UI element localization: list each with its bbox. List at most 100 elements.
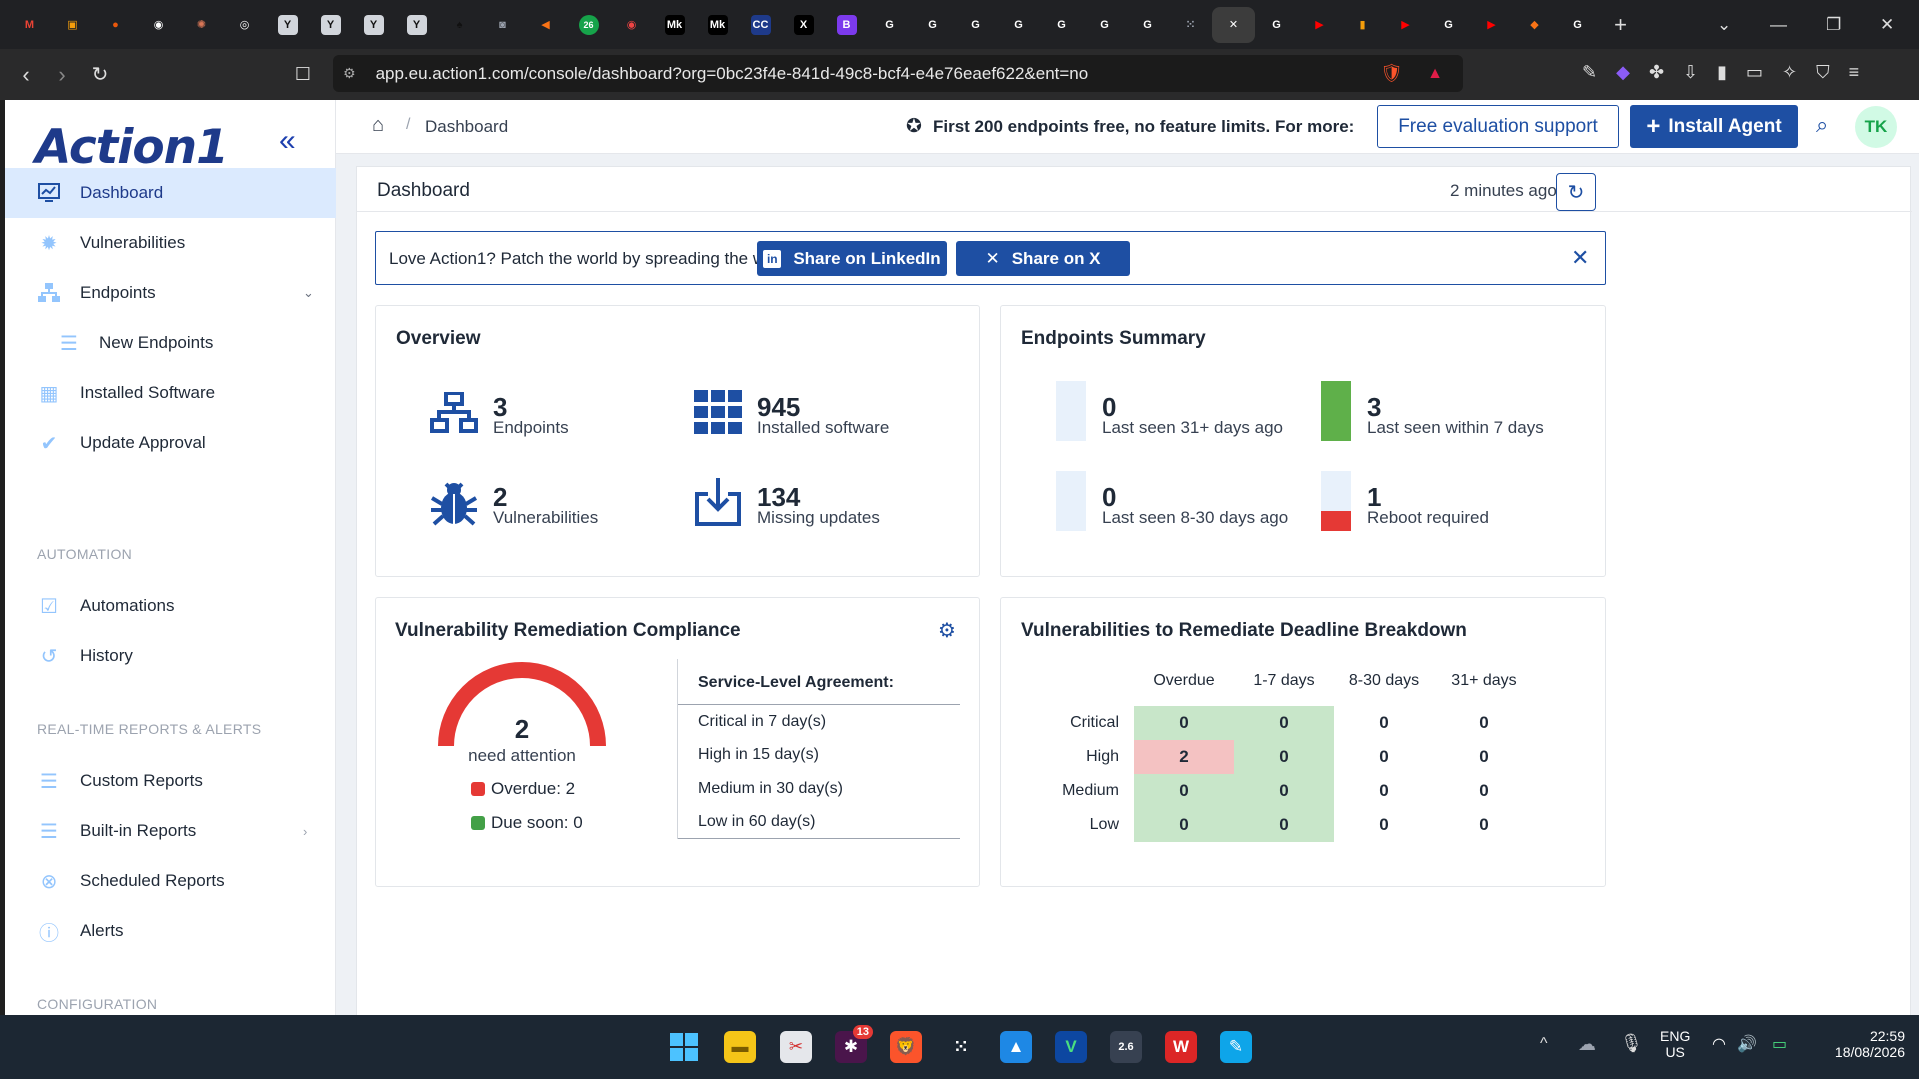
forward-icon[interactable]: ›	[44, 62, 80, 88]
sidebar-item-endpoints[interactable]: Endpoints ⌄	[5, 268, 336, 318]
browser-tab[interactable]: G	[954, 7, 997, 43]
browser-tab[interactable]: ✕	[1212, 6, 1255, 43]
breakdown-cell[interactable]: 0	[1434, 706, 1534, 740]
close-banner-icon[interactable]: ✕	[1571, 245, 1589, 271]
breakdown-cell[interactable]: 0	[1134, 706, 1234, 740]
sidebar-item-update-approval[interactable]: ✔ Update Approval	[5, 418, 336, 468]
browser-tab[interactable]: X	[782, 7, 825, 43]
browser-tab[interactable]: CC	[739, 7, 782, 43]
home-icon[interactable]: ⌂	[372, 114, 384, 137]
browser-tab[interactable]: Y	[395, 7, 438, 43]
browser-tab[interactable]: G	[911, 7, 954, 43]
browser-tab[interactable]: Y	[266, 7, 309, 43]
browser-tab[interactable]: G	[868, 7, 911, 43]
sidebar-item-built-in-reports[interactable]: ☰ Built-in Reports ›	[5, 806, 336, 856]
browser-tab[interactable]: ◉	[610, 7, 653, 43]
minimize-icon[interactable]: —	[1770, 0, 1787, 49]
sidebar-item-history[interactable]: ↺ History	[5, 631, 336, 681]
windows-start-icon[interactable]	[668, 1031, 700, 1063]
bookmark-icon[interactable]: ☐	[285, 64, 321, 85]
browser-tab[interactable]: G	[1427, 7, 1470, 43]
microphone-icon[interactable]: 🎙	[1620, 1033, 1643, 1054]
browser-tab[interactable]: B	[825, 7, 868, 43]
breakdown-cell[interactable]: 0	[1234, 774, 1334, 808]
breakdown-cell[interactable]: 0	[1334, 706, 1434, 740]
brave-shield-icon[interactable]: 🛡	[1380, 63, 1403, 84]
browser-tab[interactable]: G	[1126, 7, 1169, 43]
browser-tab[interactable]: ▮	[1341, 7, 1384, 43]
back-icon[interactable]: ‹	[8, 62, 44, 88]
language-indicator[interactable]: ENG US	[1660, 1028, 1690, 1060]
browser-tab[interactable]: Y	[309, 7, 352, 43]
breakdown-cell[interactable]: 0	[1434, 808, 1534, 842]
close-window-icon[interactable]: ✕	[1880, 0, 1894, 49]
breakdown-cell[interactable]: 0	[1434, 774, 1534, 808]
breakdown-cell[interactable]: 0	[1334, 774, 1434, 808]
breakdown-cell[interactable]: 2	[1134, 740, 1234, 774]
sidebar-item-automations[interactable]: ☑ Automations	[5, 581, 336, 631]
browser-tab[interactable]: Y	[352, 7, 395, 43]
browser-tab[interactable]: ♠	[438, 7, 481, 43]
wallet-extension-icon[interactable]: ◆	[1616, 62, 1630, 83]
breakdown-cell[interactable]: 0	[1134, 808, 1234, 842]
browser-tab[interactable]: ▣	[51, 7, 94, 43]
browser-tab[interactable]: ◙	[481, 7, 524, 43]
sidebar-item-dashboard[interactable]: Dashboard	[5, 168, 336, 218]
browser-tab[interactable]: ▶	[1298, 7, 1341, 43]
browser-tab[interactable]: Mk	[653, 7, 696, 43]
menu-icon[interactable]: ≡	[1849, 62, 1860, 83]
paint-icon[interactable]: ✎	[1220, 1031, 1252, 1063]
wps-office-icon[interactable]: W	[1165, 1031, 1197, 1063]
browser-tab[interactable]: Mk	[696, 7, 739, 43]
share-linkedin-button[interactable]: in Share on LinkedIn	[757, 241, 947, 276]
browser-tab[interactable]: G	[1083, 7, 1126, 43]
collapse-sidebar-icon[interactable]: «	[279, 124, 296, 158]
breakdown-cell[interactable]: 0	[1234, 706, 1334, 740]
breakdown-cell[interactable]: 0	[1134, 774, 1234, 808]
browser-tab[interactable]: ⁙	[1169, 7, 1212, 43]
sidebar-item-custom-reports[interactable]: ☰ Custom Reports	[5, 756, 336, 806]
sidebar-item-alerts[interactable]: ⓘ Alerts	[5, 906, 336, 956]
clock[interactable]: 22:59 18/08/2026	[1815, 1028, 1905, 1060]
leo-ai-icon[interactable]: ✧	[1782, 62, 1797, 83]
avatar[interactable]: TK	[1855, 106, 1897, 148]
url-field[interactable]: ⚙ app.eu.action1.com/console/dashboard?o…	[333, 55, 1463, 92]
volume-icon[interactable]: 🔊	[1737, 1034, 1757, 1054]
app-grid-icon[interactable]: ⁙	[945, 1031, 977, 1063]
cpu-z-icon[interactable]: 2.6	[1110, 1031, 1142, 1063]
browser-tab[interactable]: ◀	[524, 7, 567, 43]
tab-search-icon[interactable]: ⌄	[1717, 0, 1731, 49]
breadcrumb[interactable]: Dashboard	[425, 117, 508, 137]
chevron-down-icon[interactable]: ⌄	[303, 285, 314, 301]
sidebar-item-installed-software[interactable]: ▦ Installed Software	[5, 368, 336, 418]
browser-tab[interactable]: 26	[567, 7, 610, 43]
sidebar-item-vulnerabilities[interactable]: ✹ Vulnerabilities	[5, 218, 336, 268]
browser-tab[interactable]: ●	[94, 7, 137, 43]
browser-tab[interactable]: M	[8, 7, 51, 43]
veeam-icon[interactable]: V	[1055, 1031, 1087, 1063]
brave-rewards-icon[interactable]: ▲	[1427, 65, 1443, 83]
sidebar-item-scheduled-reports[interactable]: ⊗ Scheduled Reports	[5, 856, 336, 906]
browser-tab[interactable]: G	[1556, 7, 1599, 43]
wifi-icon[interactable]: ◠	[1712, 1034, 1726, 1054]
slack-icon[interactable]: ✱ 13	[835, 1025, 873, 1063]
browser-tab[interactable]: ◎	[223, 7, 266, 43]
breakdown-cell[interactable]: 0	[1234, 740, 1334, 774]
browser-tab[interactable]: G	[1040, 7, 1083, 43]
sidebar-item-new-endpoints[interactable]: ☰ New Endpoints	[5, 318, 336, 368]
browser-tab[interactable]: ◆	[1513, 7, 1556, 43]
share-x-button[interactable]: ✕ Share on X	[956, 241, 1130, 276]
breakdown-cell[interactable]: 0	[1334, 740, 1434, 774]
browser-tab[interactable]: G	[997, 7, 1040, 43]
site-info-icon[interactable]: ⚙	[343, 65, 356, 82]
new-tab-button[interactable]: +	[1599, 7, 1642, 43]
install-agent-button[interactable]: + Install Agent	[1630, 105, 1798, 148]
snipping-tool-icon[interactable]: ✂	[780, 1031, 812, 1063]
chevron-right-icon[interactable]: ›	[303, 824, 307, 839]
battery-icon[interactable]: ▭	[1772, 1034, 1787, 1054]
photos-icon[interactable]: ▲	[1000, 1031, 1032, 1063]
browser-tab[interactable]: G	[1255, 7, 1298, 43]
search-icon[interactable]: ⌕	[1816, 112, 1828, 138]
pen-icon[interactable]: ✎	[1582, 62, 1597, 83]
breakdown-cell[interactable]: 0	[1434, 740, 1534, 774]
